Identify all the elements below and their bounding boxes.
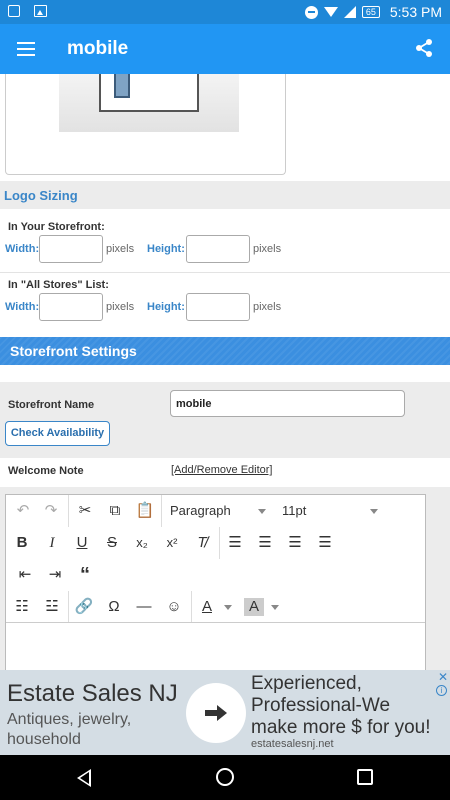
ad-banner[interactable]: Estate Sales NJ Antiques, jewelry, house… <box>0 670 450 755</box>
recent-apps-icon[interactable] <box>357 769 373 785</box>
paste-icon[interactable]: 📋 <box>135 502 155 520</box>
cut-icon[interactable]: ✂ <box>75 502 95 520</box>
chevron-down-icon <box>258 509 266 514</box>
share-icon[interactable] <box>414 38 434 58</box>
italic-icon[interactable]: I <box>42 534 62 552</box>
pixels-label: pixels <box>253 301 282 313</box>
font-size-dropdown[interactable]: 11pt <box>282 503 306 518</box>
ad-info-icon[interactable]: i <box>436 685 447 696</box>
home-icon[interactable] <box>216 768 234 786</box>
app-bar: mobile <box>0 24 450 74</box>
editor-toolbar-row: ☷ ☳ 🔗 Ω — ☺ A A <box>6 591 425 623</box>
wifi-icon <box>323 7 338 17</box>
do-not-disturb-icon <box>304 5 318 19</box>
numbered-list-icon[interactable]: ☳ <box>42 598 62 616</box>
underline-icon[interactable]: U <box>72 534 92 552</box>
align-right-icon[interactable]: ☰ <box>285 534 305 552</box>
storefront-settings-title: Storefront Settings <box>10 343 137 359</box>
rich-text-editor: ↶ ↷ ✂ ⧉ 📋 Paragraph 11pt B I U S x₂ x² T… <box>5 494 426 670</box>
welcome-note-label: Welcome Note <box>8 465 84 477</box>
bullet-list-icon[interactable]: ☷ <box>12 598 32 616</box>
ad-headline: Estate Sales NJ <box>7 680 178 707</box>
storefront-name-input[interactable]: mobile <box>170 390 405 417</box>
clear-format-icon[interactable]: T̸ <box>192 534 212 552</box>
blockquote-icon[interactable]: “ <box>75 565 95 585</box>
undo-icon[interactable]: ↶ <box>13 502 33 520</box>
outdent-icon[interactable]: ⇤ <box>15 566 35 584</box>
align-center-icon[interactable]: ☰ <box>255 534 275 552</box>
ad-url[interactable]: estatesalesnj.net <box>251 738 334 750</box>
subscript-icon[interactable]: x₂ <box>132 534 152 552</box>
pixels-label: pixels <box>253 243 282 255</box>
logo-image <box>59 74 239 132</box>
status-time: 5:53 PM <box>389 4 442 20</box>
link-icon[interactable]: 🔗 <box>74 598 94 616</box>
logo-preview <box>5 74 286 175</box>
signal-icon <box>343 6 356 18</box>
indent-icon[interactable]: ⇥ <box>45 566 65 584</box>
check-availability-button[interactable]: Check Availability <box>5 421 110 446</box>
redo-icon[interactable]: ↷ <box>41 502 61 520</box>
width-label: Width: <box>5 243 40 255</box>
page-content[interactable]: Logo Sizing In Your Storefront: Width: p… <box>0 74 450 670</box>
hamburger-menu-icon[interactable] <box>17 42 35 56</box>
background-color-icon[interactable]: A <box>244 598 264 616</box>
ad-right-text: Experienced, Professional-We make more $… <box>251 673 431 738</box>
chevron-down-icon <box>271 605 279 610</box>
logo-sizing-header: Logo Sizing <box>0 181 450 209</box>
special-char-icon[interactable]: Ω <box>104 598 124 616</box>
storefront-height-input[interactable] <box>186 235 250 263</box>
storefront-width-input[interactable] <box>39 235 103 263</box>
storefront-sizing-label: In Your Storefront: <box>8 221 105 233</box>
strikethrough-icon[interactable]: S <box>102 534 122 552</box>
arrow-right-icon[interactable] <box>186 683 246 743</box>
editor-text-area[interactable] <box>6 622 425 670</box>
editor-toolbar-row: B I U S x₂ x² T̸ ☰ ☰ ☰ ☰ <box>6 527 425 559</box>
chevron-down-icon <box>224 605 232 610</box>
text-color-icon[interactable]: A <box>197 598 217 616</box>
pixels-label: pixels <box>106 301 135 313</box>
ad-subtext: Antiques, jewelry, household <box>7 711 132 748</box>
storefront-settings-header: Storefront Settings <box>0 337 450 365</box>
chevron-down-icon <box>370 509 378 514</box>
image-notification-icon <box>34 5 47 17</box>
align-left-icon[interactable]: ☰ <box>225 534 245 552</box>
horizontal-rule-icon[interactable]: — <box>134 598 154 616</box>
status-bar: 65 5:53 PM <box>0 0 450 24</box>
format-dropdown[interactable]: Paragraph <box>170 503 231 518</box>
pixels-label: pixels <box>106 243 135 255</box>
copy-icon[interactable]: ⧉ <box>105 502 125 520</box>
editor-toolbar-row: ⇤ ⇥ “ <box>6 559 425 591</box>
bold-icon[interactable]: B <box>12 534 32 552</box>
battery-icon: 65 <box>361 6 380 18</box>
editor-toolbar-row: ↶ ↷ ✂ ⧉ 📋 Paragraph 11pt <box>6 495 425 527</box>
all-stores-sizing-label: In "All Stores" List: <box>8 279 109 291</box>
system-nav-bar <box>0 755 450 800</box>
add-remove-editor-link[interactable]: [Add/Remove Editor] <box>171 464 273 476</box>
all-stores-height-input[interactable] <box>186 293 250 321</box>
divider <box>0 272 450 273</box>
height-label: Height: <box>147 301 185 313</box>
width-label: Width: <box>5 301 40 313</box>
storefront-name-label: Storefront Name <box>8 399 95 411</box>
app-title: mobile <box>67 38 129 59</box>
emoticon-icon[interactable]: ☺ <box>164 598 184 616</box>
logo-sizing-title: Logo Sizing <box>4 188 78 203</box>
superscript-icon[interactable]: x² <box>162 534 182 552</box>
back-icon[interactable] <box>77 769 91 787</box>
height-label: Height: <box>147 243 185 255</box>
ad-close-icon[interactable]: ✕ <box>438 670 448 684</box>
all-stores-width-input[interactable] <box>39 293 103 321</box>
justify-icon[interactable]: ☰ <box>315 534 335 552</box>
notification-icon <box>8 5 20 17</box>
